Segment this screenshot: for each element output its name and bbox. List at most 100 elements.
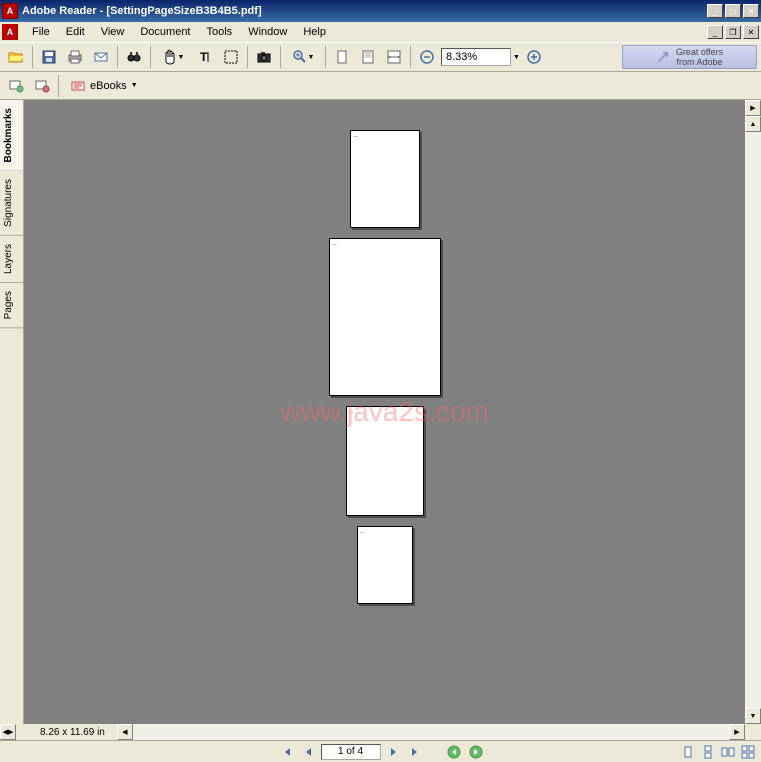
facing-button[interactable]: [719, 743, 737, 761]
hand-tool-button[interactable]: ▼: [155, 45, 191, 69]
document-viewport: ———— www.java2s.com ▶ ▲ ▼: [24, 100, 761, 724]
continuous-button[interactable]: [699, 743, 717, 761]
menu-document[interactable]: Document: [132, 23, 198, 41]
page-tiny-text: —: [361, 529, 365, 534]
print-button[interactable]: [63, 45, 87, 69]
titlebar: A Adobe Reader - [SettingPageSizeB3B4B5.…: [0, 0, 761, 22]
select-button[interactable]: [219, 45, 243, 69]
promo-button[interactable]: Great offersfrom Adobe: [622, 45, 757, 69]
last-page-icon: [410, 746, 422, 758]
hscroll-track[interactable]: [133, 724, 729, 740]
document-scroll[interactable]: ———— www.java2s.com: [24, 100, 745, 724]
first-page-button[interactable]: [277, 743, 295, 761]
facing-icon: [721, 745, 735, 759]
fit-width-button[interactable]: [382, 45, 406, 69]
scroll-down-button[interactable]: ▼: [745, 708, 761, 724]
arrow-icon: [656, 50, 670, 64]
single-page-icon: [681, 745, 695, 759]
page-number-input[interactable]: [321, 744, 381, 760]
single-page-button[interactable]: [679, 743, 697, 761]
navbar: [0, 740, 761, 762]
save-button[interactable]: [37, 45, 61, 69]
tab-signatures[interactable]: Signatures: [0, 171, 23, 236]
zoom-in-icon: [292, 49, 308, 65]
scroll-right-tab-button[interactable]: ▶: [745, 100, 761, 116]
page-thumbnail[interactable]: —: [357, 526, 413, 604]
plus-circle-icon: [526, 49, 542, 65]
zoom-dropdown-button[interactable]: ▼: [513, 54, 520, 61]
page-tiny-text: —: [350, 409, 354, 414]
page-tiny-text: —: [354, 133, 358, 138]
folder-open-icon: [8, 49, 24, 65]
page-thumbnail[interactable]: —: [329, 238, 441, 396]
zoom-input[interactable]: [441, 48, 511, 66]
page-size-label: 8.26 x 11.69 in: [16, 727, 117, 738]
toolbar-main: ▼ T ▼ ▼ Great offersfrom Adobe: [0, 42, 761, 72]
tab-layers[interactable]: Layers: [0, 236, 23, 283]
forward-button[interactable]: [467, 743, 485, 761]
side-tabs: Bookmarks Signatures Layers Pages: [0, 100, 24, 724]
text-select-button[interactable]: T: [193, 45, 217, 69]
menu-window[interactable]: Window: [240, 23, 295, 41]
tab-bookmarks[interactable]: Bookmarks: [0, 100, 23, 171]
review-button[interactable]: [4, 74, 28, 98]
actual-size-button[interactable]: [330, 45, 354, 69]
menu-edit[interactable]: Edit: [58, 23, 93, 41]
snapshot-button[interactable]: [252, 45, 276, 69]
tab-pages[interactable]: Pages: [0, 283, 23, 328]
open-button[interactable]: [4, 45, 28, 69]
main-area: Bookmarks Signatures Layers Pages ———— w…: [0, 100, 761, 724]
page-thumbnail[interactable]: —: [346, 406, 424, 516]
printer-icon: [67, 49, 83, 65]
continuous-facing-button[interactable]: [739, 743, 757, 761]
fit-width-icon: [386, 49, 402, 65]
doc-close-button[interactable]: ✕: [743, 25, 759, 39]
minimize-button[interactable]: _: [707, 4, 723, 18]
scroll-track-v[interactable]: [745, 132, 761, 708]
hand-icon: [162, 49, 178, 65]
first-page-icon: [280, 746, 292, 758]
menu-tools[interactable]: Tools: [199, 23, 241, 41]
scroll-up-button[interactable]: ▲: [745, 116, 761, 132]
menu-file[interactable]: File: [24, 23, 58, 41]
comment-button[interactable]: [30, 74, 54, 98]
menubar: A File Edit View Document Tools Window H…: [0, 22, 761, 42]
doc-restore-button[interactable]: ❐: [725, 25, 741, 39]
svg-text:T: T: [200, 50, 208, 64]
page-thumbnail[interactable]: —: [350, 130, 420, 228]
menu-view[interactable]: View: [93, 23, 133, 41]
next-icon: [388, 746, 400, 758]
doc-minimize-button[interactable]: _: [707, 25, 723, 39]
close-button[interactable]: ✕: [743, 4, 759, 18]
last-page-button[interactable]: [407, 743, 425, 761]
vertical-scrollbar[interactable]: ▶ ▲ ▼: [745, 100, 761, 724]
window-title: Adobe Reader - [SettingPageSizeB3B4B5.pd…: [22, 5, 707, 17]
menu-help[interactable]: Help: [295, 23, 334, 41]
resize-grip[interactable]: [745, 724, 761, 740]
hscroll-left-button[interactable]: ◀: [117, 724, 133, 740]
marquee-icon: [223, 49, 239, 65]
pane-toggle-button[interactable]: ◀▶: [0, 724, 16, 740]
search-button[interactable]: [122, 45, 146, 69]
ebooks-icon: [70, 78, 86, 94]
prev-page-button[interactable]: [299, 743, 317, 761]
camera-icon: [256, 49, 272, 65]
zoom-in-button[interactable]: ▼: [285, 45, 321, 69]
forward-icon: [469, 745, 483, 759]
review-icon: [8, 78, 24, 94]
back-button[interactable]: [445, 743, 463, 761]
page-tiny-text: —: [333, 241, 337, 246]
hscroll-right-button[interactable]: ▶: [729, 724, 745, 740]
zoom-in-circle-button[interactable]: [522, 45, 546, 69]
zoom-out-button[interactable]: [415, 45, 439, 69]
document-icon: A: [2, 24, 18, 40]
ebooks-button[interactable]: eBooks ▼: [63, 75, 145, 97]
stamp-icon: [34, 78, 50, 94]
next-page-button[interactable]: [385, 743, 403, 761]
maximize-button[interactable]: □: [725, 4, 741, 18]
fit-page-button[interactable]: [356, 45, 380, 69]
email-button[interactable]: [89, 45, 113, 69]
envelope-icon: [93, 49, 109, 65]
binoculars-icon: [126, 49, 142, 65]
status-scroll-row: ◀▶ 8.26 x 11.69 in ◀ ▶: [0, 724, 761, 740]
